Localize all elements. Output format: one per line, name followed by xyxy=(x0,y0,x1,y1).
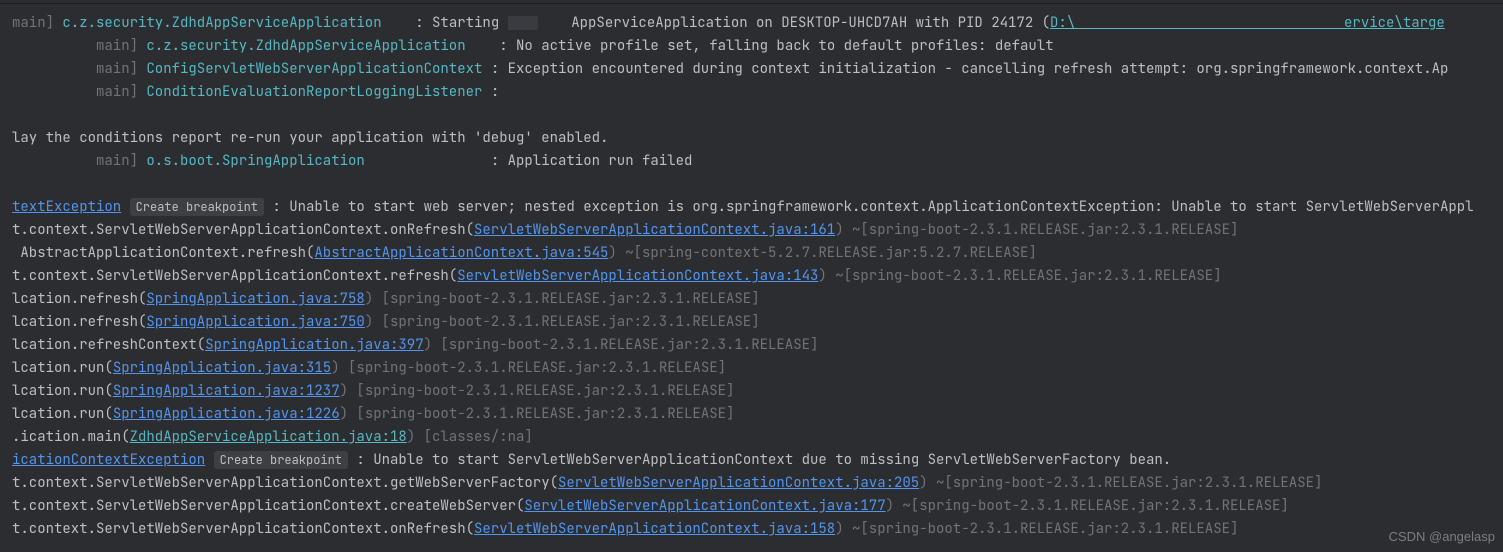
jar-info: ) ~[spring-boot-2.3.1.RELEASE.jar:2.3.1.… xyxy=(886,497,1289,515)
exception-msg: : Unable to start web server; nested exc… xyxy=(264,198,1474,216)
create-breakpoint-button[interactable]: Create breakpoint xyxy=(130,198,264,216)
frame-method: .ication.main( xyxy=(12,428,130,446)
log-msg: : Starting xyxy=(415,14,507,32)
log-line: main] ConfigServletWebServerApplicationC… xyxy=(0,58,1503,81)
stack-frame: t.context.ServletWebServerApplicationCon… xyxy=(0,265,1503,288)
log-line: main] c.z.security.ZdhdAppServiceApplica… xyxy=(0,12,1503,35)
source-link[interactable]: ServletWebServerApplicationContext.java:… xyxy=(457,267,818,285)
source-link[interactable]: ZdhdAppServiceApplication.java:18 xyxy=(130,428,407,446)
log-msg: : Exception encountered during context i… xyxy=(491,60,1449,78)
log-msg: on DESKTOP-UHCD7AH with PID 24172 ( xyxy=(748,14,1050,32)
logger-name: c.z.security.ZdhdAppServiceApplication xyxy=(146,37,465,55)
thread: main] xyxy=(96,60,138,78)
stack-frame: .ication.main(ZdhdAppServiceApplication.… xyxy=(0,426,1503,449)
log-line: main] ConditionEvaluationReportLoggingLi… xyxy=(0,81,1503,104)
file-path-link[interactable]: D:\ ervice\targe xyxy=(1050,14,1445,32)
log-msg: : Application run failed xyxy=(491,152,693,170)
frame-method: lcation.refreshContext( xyxy=(12,336,205,354)
exception-link[interactable]: icationContextException xyxy=(12,451,205,469)
log-line: main] c.z.security.ZdhdAppServiceApplica… xyxy=(0,35,1503,58)
logger-name: o.s.boot.SpringApplication xyxy=(146,152,364,170)
source-link[interactable]: ServletWebServerApplicationContext.java:… xyxy=(474,520,835,538)
source-link[interactable]: ServletWebServerApplicationContext.java:… xyxy=(474,221,835,239)
stack-frame: t.context.ServletWebServerApplicationCon… xyxy=(0,472,1503,495)
thread: main] xyxy=(96,37,138,55)
stack-frame: t.context.ServletWebServerApplicationCon… xyxy=(0,219,1503,242)
frame-method: lcation.refresh( xyxy=(12,290,146,308)
stack-frame: lcation.run(SpringApplication.java:315) … xyxy=(0,357,1503,380)
frame-method: t.context.ServletWebServerApplicationCon… xyxy=(12,497,524,515)
stack-frame: lcation.refresh(SpringApplication.java:7… xyxy=(0,288,1503,311)
thread: main] xyxy=(96,152,138,170)
jar-info: ) ~[spring-context-5.2.7.RELEASE.jar:5.2… xyxy=(608,244,1036,262)
exception-msg: : Unable to start ServletWebServerApplic… xyxy=(348,451,1171,469)
thread: main] xyxy=(96,83,138,101)
jar-info: ) [spring-boot-2.3.1.RELEASE.jar:2.3.1.R… xyxy=(365,313,760,331)
create-breakpoint-button[interactable]: Create breakpoint xyxy=(214,451,348,469)
log-msg: AppServiceApplication xyxy=(538,14,748,32)
stack-frame: t.context.ServletWebServerApplicationCon… xyxy=(0,495,1503,518)
source-link[interactable]: AbstractApplicationContext.java:545 xyxy=(314,244,608,262)
frame-method: t.context.ServletWebServerApplicationCon… xyxy=(12,221,474,239)
jar-info: ) ~[spring-boot-2.3.1.RELEASE.jar:2.3.1.… xyxy=(818,267,1221,285)
jar-info: ) [spring-boot-2.3.1.RELEASE.jar:2.3.1.R… xyxy=(365,290,760,308)
frame-method: lcation.refresh( xyxy=(12,313,146,331)
stack-frame: lcation.run(SpringApplication.java:1237)… xyxy=(0,380,1503,403)
exception-line: textException Create breakpoint : Unable… xyxy=(0,196,1503,219)
exception-line: icationContextException Create breakpoin… xyxy=(0,449,1503,472)
source-link[interactable]: SpringApplication.java:397 xyxy=(205,336,423,354)
redacted xyxy=(508,16,538,30)
stack-frame: AbstractApplicationContext.refresh(Abstr… xyxy=(0,242,1503,265)
exception-link[interactable]: textException xyxy=(12,198,121,216)
log-msg: : No active profile set, falling back to… xyxy=(499,37,1053,55)
source-link[interactable]: SpringApplication.java:315 xyxy=(113,359,331,377)
source-link[interactable]: SpringApplication.java:758 xyxy=(146,290,364,308)
logger-name: ConditionEvaluationReportLoggingListener xyxy=(146,83,482,101)
jar-info: ) ~[spring-boot-2.3.1.RELEASE.jar:2.3.1.… xyxy=(919,474,1322,492)
thread: main] xyxy=(12,14,54,32)
stack-frame: lcation.refresh(SpringApplication.java:7… xyxy=(0,311,1503,334)
frame-method: lcation.run( xyxy=(12,359,113,377)
blank-line xyxy=(0,104,1503,127)
jar-info: ) ~[spring-boot-2.3.1.RELEASE.jar:2.3.1.… xyxy=(835,221,1238,239)
frame-method: t.context.ServletWebServerApplicationCon… xyxy=(12,267,457,285)
console-output: main] c.z.security.ZdhdAppServiceApplica… xyxy=(0,6,1503,541)
source-link[interactable]: SpringApplication.java:1237 xyxy=(113,382,340,400)
jar-info: ) [classes/:na] xyxy=(407,428,533,446)
log-line: main] o.s.boot.SpringApplication : Appli… xyxy=(0,150,1503,173)
jar-info: ) [spring-boot-2.3.1.RELEASE.jar:2.3.1.R… xyxy=(340,382,735,400)
stack-frame: lcation.run(SpringApplication.java:1226)… xyxy=(0,403,1503,426)
frame-method: t.context.ServletWebServerApplicationCon… xyxy=(12,474,558,492)
source-link[interactable]: ServletWebServerApplicationContext.java:… xyxy=(524,497,885,515)
stack-frame: lcation.refreshContext(SpringApplication… xyxy=(0,334,1503,357)
source-link[interactable]: SpringApplication.java:1226 xyxy=(113,405,340,423)
frame-method: lcation.run( xyxy=(12,382,113,400)
blank-line xyxy=(0,173,1503,196)
watermark: CSDN @angelasp xyxy=(1389,525,1495,548)
jar-info: ) ~[spring-boot-2.3.1.RELEASE.jar:2.3.1.… xyxy=(835,520,1238,538)
tab-bar xyxy=(0,0,1503,4)
jar-info: ) [spring-boot-2.3.1.RELEASE.jar:2.3.1.R… xyxy=(340,405,735,423)
jar-info: ) [spring-boot-2.3.1.RELEASE.jar:2.3.1.R… xyxy=(331,359,726,377)
source-link[interactable]: SpringApplication.java:750 xyxy=(146,313,364,331)
stack-frame: t.context.ServletWebServerApplicationCon… xyxy=(0,518,1503,541)
logger-name: c.z.security.ZdhdAppServiceApplication xyxy=(62,14,381,32)
logger-name: ConfigServletWebServerApplicationContext xyxy=(146,60,482,78)
frame-method: AbstractApplicationContext.refresh( xyxy=(12,244,314,262)
jar-info: ) [spring-boot-2.3.1.RELEASE.jar:2.3.1.R… xyxy=(424,336,819,354)
log-msg: : xyxy=(491,83,499,101)
frame-method: lcation.run( xyxy=(12,405,113,423)
source-link[interactable]: ServletWebServerApplicationContext.java:… xyxy=(558,474,919,492)
frame-method: t.context.ServletWebServerApplicationCon… xyxy=(12,520,474,538)
conditions-report: lay the conditions report re-run your ap… xyxy=(0,127,1503,150)
